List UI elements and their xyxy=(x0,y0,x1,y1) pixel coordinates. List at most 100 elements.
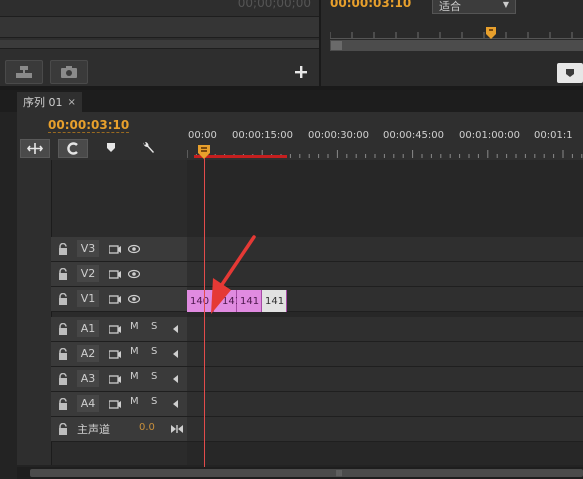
track-name-a1[interactable]: A1 xyxy=(77,320,99,337)
program-zoom-scrollbar[interactable] xyxy=(330,40,583,51)
track-name-a3[interactable]: A3 xyxy=(77,370,99,387)
chevron-down-icon: ▼ xyxy=(502,0,509,9)
close-icon[interactable]: × xyxy=(68,97,76,108)
ruler-label: 00:01:00:00 xyxy=(459,130,521,141)
lock-icon[interactable] xyxy=(58,268,68,280)
speaker-icon[interactable] xyxy=(171,399,179,409)
solo-button[interactable]: S xyxy=(151,371,157,382)
timeline-settings-button[interactable] xyxy=(139,139,157,156)
master-volume-value[interactable]: 0.0 xyxy=(139,422,155,433)
timeline-tab-strip: 序列 01 × xyxy=(0,90,583,112)
tab-sequence-01[interactable]: 序列 01 × xyxy=(17,92,82,112)
track-target-gutter[interactable] xyxy=(17,160,52,465)
film-icon[interactable] xyxy=(109,324,121,334)
grip-icon: ||| xyxy=(336,470,343,477)
mute-button[interactable]: M xyxy=(130,371,139,382)
export-frame-button[interactable] xyxy=(50,60,88,84)
source-panel: 00;00;00;00 xyxy=(0,0,321,86)
wrench-icon xyxy=(143,141,154,153)
scrollbar-thumb[interactable]: ||| xyxy=(30,469,583,477)
program-monitor-panel: 00:00:03:10 适合 ▼ xyxy=(321,0,583,86)
track-header-v1: V1 xyxy=(51,287,187,312)
lane-a2[interactable] xyxy=(187,342,583,367)
program-ruler[interactable] xyxy=(329,22,583,39)
film-icon[interactable] xyxy=(109,294,121,304)
speaker-icon[interactable] xyxy=(171,349,179,359)
program-playhead-icon[interactable] xyxy=(486,27,496,39)
source-scroll-bar[interactable] xyxy=(0,40,319,49)
snap-button[interactable] xyxy=(20,139,50,158)
linked-selection-button[interactable] xyxy=(58,139,88,158)
ruler-label: 00:00:15:00 xyxy=(232,130,294,141)
track-name-a4[interactable]: A4 xyxy=(77,395,99,412)
track-header-a4: A4 M S xyxy=(51,392,187,417)
lock-icon[interactable] xyxy=(58,243,68,255)
camera-icon xyxy=(61,66,77,78)
insert-icon xyxy=(16,66,32,78)
solo-button[interactable]: S xyxy=(151,396,157,407)
add-marker-button[interactable] xyxy=(103,139,119,156)
solo-button[interactable]: S xyxy=(151,346,157,357)
master-track-name: 主声道 xyxy=(77,423,110,436)
eye-icon[interactable] xyxy=(128,244,140,254)
lane-master[interactable] xyxy=(187,417,583,442)
lock-icon[interactable] xyxy=(58,423,68,435)
annotation-arrow-icon xyxy=(211,235,256,314)
track-header-master: 主声道 0.0 xyxy=(51,417,187,442)
track-headers: V3 V2 V1 A1 M S A2 M S A3 M S A4 M S 主声道… xyxy=(17,160,187,465)
keyframe-navigator-icon[interactable] xyxy=(171,424,183,434)
insert-button[interactable] xyxy=(5,60,43,84)
track-name-v2[interactable]: V2 xyxy=(77,265,99,282)
source-timecode: 00;00;00;00 xyxy=(237,0,311,10)
mute-button[interactable]: M xyxy=(130,396,139,407)
track-header-v3: V3 xyxy=(51,237,187,262)
speaker-icon[interactable] xyxy=(171,324,179,334)
track-header-a1: A1 M S xyxy=(51,317,187,342)
track-name-v3[interactable]: V3 xyxy=(77,240,99,257)
fit-dropdown-label: 适合 xyxy=(439,0,461,13)
timeline-ruler[interactable]: 00:00 00:00:15:00 00:00:30:00 00:00:45:0… xyxy=(187,125,583,158)
magnet-icon xyxy=(67,142,78,155)
fit-dropdown[interactable]: 适合 ▼ xyxy=(432,0,516,14)
clip-141[interactable]: 141 xyxy=(262,290,287,312)
ruler-label: 00:01:1 xyxy=(534,130,573,141)
lane-a4[interactable] xyxy=(187,392,583,417)
marker-icon xyxy=(107,143,115,152)
lock-icon[interactable] xyxy=(58,323,68,335)
lock-icon[interactable] xyxy=(58,293,68,305)
lock-icon[interactable] xyxy=(58,398,68,410)
film-icon[interactable] xyxy=(109,244,121,254)
program-scroll-handle[interactable] xyxy=(331,41,342,50)
lock-icon[interactable] xyxy=(58,348,68,360)
track-header-v2: V2 xyxy=(51,262,187,287)
film-icon[interactable] xyxy=(109,399,121,409)
solo-button[interactable]: S xyxy=(151,321,157,332)
marker-button[interactable] xyxy=(557,63,583,83)
speaker-icon[interactable] xyxy=(171,374,179,384)
plus-icon xyxy=(295,66,307,78)
snap-icon xyxy=(26,143,44,154)
track-header-a3: A3 M S xyxy=(51,367,187,392)
ruler-label: 00:00 xyxy=(188,130,217,141)
lane-a1[interactable] xyxy=(187,317,583,342)
lock-icon[interactable] xyxy=(58,373,68,385)
lane-a3[interactable] xyxy=(187,367,583,392)
film-icon[interactable] xyxy=(109,349,121,359)
track-name-v1[interactable]: V1 xyxy=(77,290,99,307)
program-timecode[interactable]: 00:00:03:10 xyxy=(330,0,411,10)
eye-icon[interactable] xyxy=(128,269,140,279)
program-ruler-ticks xyxy=(329,32,573,38)
mute-button[interactable]: M xyxy=(130,346,139,357)
timeline-horizontal-scrollbar[interactable]: ||| xyxy=(17,467,583,479)
marker-icon xyxy=(566,69,574,77)
ruler-label: 00:00:30:00 xyxy=(308,130,370,141)
film-icon[interactable] xyxy=(109,374,121,384)
film-icon[interactable] xyxy=(109,269,121,279)
mute-button[interactable]: M xyxy=(130,321,139,332)
track-name-a2[interactable]: A2 xyxy=(77,345,99,362)
source-track-bar xyxy=(0,16,319,38)
add-button[interactable] xyxy=(292,63,310,81)
timeline-timecode[interactable]: 00:00:03:10 xyxy=(48,118,130,133)
eye-icon[interactable] xyxy=(128,294,140,304)
track-header-a2: A2 M S xyxy=(51,342,187,367)
